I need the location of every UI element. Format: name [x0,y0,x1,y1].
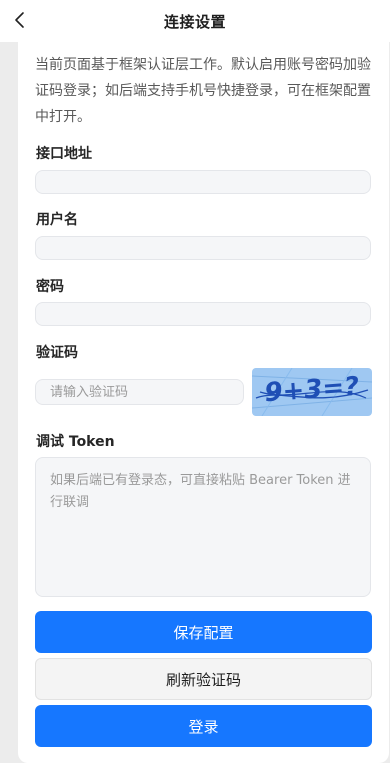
token-label: 调试 Token [36,434,115,450]
login-button[interactable]: 登录 [35,705,372,747]
refresh-captcha-button[interactable]: 刷新验证码 [35,658,372,700]
captcha-image[interactable]: 9+3=? [252,368,372,416]
token-textarea[interactable] [35,457,371,597]
captcha-graphic: 9+3=? [252,368,372,416]
captcha-input[interactable] [35,379,244,405]
password-input[interactable] [35,302,371,326]
page-title: 连接设置 [163,13,226,31]
save-config-button[interactable]: 保存配置 [35,611,372,653]
captcha-label: 验证码 [36,345,78,361]
top-navigation-bar: 连接设置 [0,0,390,42]
username-label: 用户名 [36,212,78,228]
password-label: 密码 [36,279,64,295]
intro-text: 当前页面基于框架认证层工作。默认启用账号密码加验证码登录；如后端支持手机号快捷登… [35,57,371,125]
username-input[interactable] [35,236,371,260]
api-url-input[interactable] [35,170,371,194]
api-url-label: 接口地址 [36,146,92,162]
